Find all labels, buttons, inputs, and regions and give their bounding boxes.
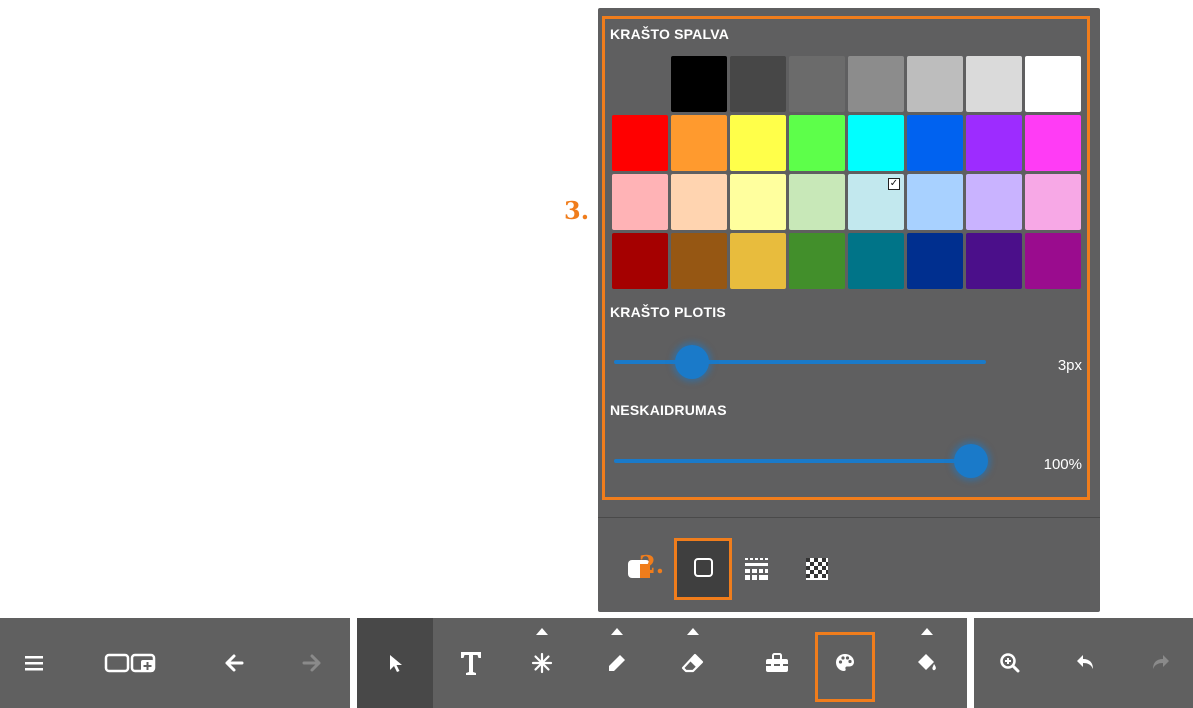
cursor-arrow-icon bbox=[390, 655, 402, 672]
color-swatch[interactable] bbox=[789, 56, 845, 112]
color-swatch[interactable] bbox=[907, 115, 963, 171]
step-2-label: 2. bbox=[639, 550, 665, 579]
color-swatch[interactable] bbox=[671, 174, 727, 230]
pencil-icon bbox=[609, 655, 625, 671]
dashed-pattern-icon bbox=[745, 558, 768, 580]
selected-checkmark-icon: ✓ bbox=[888, 178, 900, 190]
redo-button[interactable] bbox=[1130, 618, 1190, 708]
color-swatch[interactable] bbox=[1025, 115, 1081, 171]
sparkle-icon bbox=[531, 652, 553, 674]
color-swatch[interactable] bbox=[848, 56, 904, 112]
style-tool-highlight bbox=[815, 632, 875, 702]
toolbar-group-tools bbox=[357, 618, 967, 708]
add-page-icon bbox=[104, 653, 156, 673]
arrow-right-icon bbox=[302, 654, 321, 672]
properties-popover: KRAŠTO SPALVA ✓ KRAŠTO PLOTIS 3px NESKAI… bbox=[598, 8, 1100, 612]
step-3-label: 3. bbox=[564, 196, 590, 225]
popover-divider bbox=[598, 517, 1100, 518]
menu-button[interactable] bbox=[4, 618, 64, 708]
toolbar-group-right bbox=[974, 618, 1193, 708]
color-swatch[interactable] bbox=[730, 233, 786, 289]
stroke-mode-highlight bbox=[674, 538, 732, 600]
undo-icon bbox=[1077, 655, 1093, 669]
opacity-slider[interactable] bbox=[614, 459, 984, 463]
dash-mode-button[interactable] bbox=[743, 554, 773, 584]
color-swatch[interactable] bbox=[671, 233, 727, 289]
stroke-width-slider-thumb[interactable] bbox=[674, 345, 709, 379]
color-swatch[interactable] bbox=[907, 174, 963, 230]
effects-tool-button[interactable] bbox=[512, 618, 572, 708]
opacity-title: NESKAIDRUMAS bbox=[610, 402, 727, 418]
stroke-width-title: KRAŠTO PLOTIS bbox=[610, 304, 726, 320]
color-swatch[interactable] bbox=[671, 56, 727, 112]
color-swatch[interactable] bbox=[789, 174, 845, 230]
color-swatch[interactable]: ✓ bbox=[848, 174, 904, 230]
zoom-in-button[interactable] bbox=[980, 618, 1040, 708]
hamburger-menu-icon bbox=[25, 656, 43, 671]
color-swatch[interactable] bbox=[907, 56, 963, 112]
color-swatch[interactable] bbox=[966, 233, 1022, 289]
toolbox-icon bbox=[766, 653, 788, 672]
color-swatch[interactable] bbox=[1025, 56, 1081, 112]
zoom-in-icon bbox=[1000, 653, 1020, 673]
color-swatch[interactable] bbox=[612, 233, 668, 289]
checkerboard-icon bbox=[806, 558, 828, 580]
color-swatch[interactable] bbox=[966, 174, 1022, 230]
stroke-width-value: 3px bbox=[1057, 357, 1082, 374]
select-tool-button[interactable] bbox=[357, 618, 433, 708]
color-swatch[interactable] bbox=[612, 174, 668, 230]
submenu-caret bbox=[611, 628, 623, 635]
text-tool-button[interactable] bbox=[441, 618, 501, 708]
text-tool-icon bbox=[461, 652, 481, 675]
color-swatch[interactable] bbox=[907, 233, 963, 289]
color-swatch[interactable] bbox=[730, 56, 786, 112]
color-swatch[interactable] bbox=[848, 233, 904, 289]
color-swatch[interactable] bbox=[612, 56, 668, 112]
toolbar-group-left bbox=[0, 618, 350, 708]
arrow-left-icon bbox=[225, 654, 244, 672]
submenu-caret bbox=[536, 628, 548, 635]
color-swatch[interactable] bbox=[1025, 174, 1081, 230]
redo-icon bbox=[1153, 655, 1169, 669]
color-swatch[interactable] bbox=[966, 115, 1022, 171]
color-swatch[interactable] bbox=[789, 115, 845, 171]
paint-bucket-icon bbox=[918, 654, 936, 671]
color-swatch[interactable] bbox=[966, 56, 1022, 112]
color-swatch[interactable] bbox=[612, 115, 668, 171]
submenu-caret bbox=[921, 628, 933, 635]
pages-button[interactable] bbox=[94, 618, 168, 708]
fill-tool-button[interactable] bbox=[897, 618, 957, 708]
color-swatch[interactable] bbox=[848, 115, 904, 171]
submenu-caret bbox=[687, 628, 699, 635]
opacity-slider-thumb[interactable] bbox=[954, 444, 988, 478]
color-swatch[interactable] bbox=[671, 115, 727, 171]
stroke-color-title: KRAŠTO SPALVA bbox=[610, 26, 730, 42]
color-swatch[interactable] bbox=[730, 115, 786, 171]
back-button[interactable] bbox=[204, 618, 264, 708]
undo-button[interactable] bbox=[1056, 618, 1116, 708]
color-swatch[interactable] bbox=[730, 174, 786, 230]
stroke-width-slider[interactable] bbox=[614, 360, 986, 364]
eraser-icon bbox=[681, 653, 704, 673]
forward-button[interactable] bbox=[282, 618, 342, 708]
pen-tool-button[interactable] bbox=[587, 618, 647, 708]
color-swatch[interactable] bbox=[789, 233, 845, 289]
eraser-tool-button[interactable] bbox=[663, 618, 723, 708]
opacity-value: 100% bbox=[1043, 456, 1082, 473]
toolbox-button[interactable] bbox=[747, 618, 807, 708]
color-swatch[interactable] bbox=[1025, 233, 1081, 289]
transparency-mode-button[interactable] bbox=[802, 554, 832, 584]
